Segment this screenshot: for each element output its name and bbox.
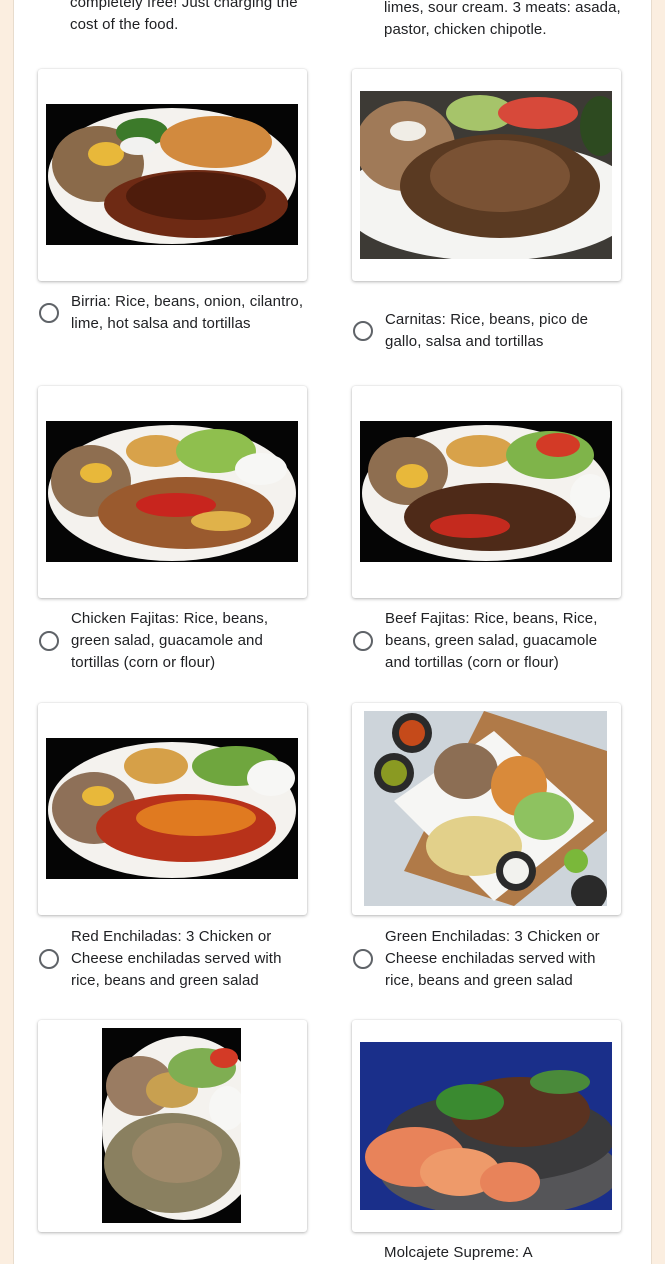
previous-option-label-right: limes, sour cream. 3 meats: asada, pasto… [384, 0, 621, 38]
radio-button[interactable] [353, 949, 373, 969]
option-image-card[interactable] [352, 386, 621, 598]
option-image-card[interactable] [38, 386, 307, 598]
red-enchiladas-image [46, 738, 298, 879]
option-birria[interactable]: Birria: Rice, beans, onion, cilantro, li… [38, 291, 313, 335]
option-label: Molcajete Supreme: A [384, 1244, 533, 1261]
option-beef-fajitas[interactable]: Beef Fajitas: Rice, beans, Rice, beans, … [352, 608, 627, 674]
birria-plate-image [46, 104, 298, 245]
option-molcajete[interactable]: Molcajete Supreme: A [384, 1242, 659, 1264]
option-label: Birria: Rice, beans, onion, cilantro, li… [71, 293, 304, 332]
carnitas-plate-image [360, 91, 612, 259]
chicken-fajitas-image [46, 421, 298, 562]
radio-button[interactable] [39, 949, 59, 969]
previous-option-label-left: completely free! Just charging the cost … [70, 0, 298, 33]
option-chicken-fajitas[interactable]: Chicken Fajitas: Rice, beans, green sala… [38, 608, 313, 674]
option-label: Carnitas: Rice, beans, pico de gallo, sa… [385, 311, 589, 350]
radio-button[interactable] [353, 631, 373, 651]
option-label: Green Enchiladas: 3 Chicken or Cheese en… [385, 928, 600, 989]
molcajete-image [360, 1042, 612, 1210]
option-label: Chicken Fajitas: Rice, beans, green sala… [71, 610, 269, 671]
option-label: Beef Fajitas: Rice, beans, Rice, beans, … [385, 610, 598, 671]
option-carnitas[interactable]: Carnitas: Rice, beans, pico de gallo, sa… [352, 309, 627, 353]
option-image-card[interactable] [352, 69, 621, 281]
option-image-card[interactable] [352, 1020, 621, 1232]
option-red-enchiladas[interactable]: Red Enchiladas: 3 Chicken or Cheese ench… [38, 926, 313, 992]
option-green-enchiladas[interactable]: Green Enchiladas: 3 Chicken or Cheese en… [352, 926, 627, 992]
radio-button[interactable] [39, 303, 59, 323]
option-image-card[interactable] [38, 703, 307, 915]
green-enchiladas-image [364, 711, 607, 906]
beef-fajitas-image [360, 421, 612, 562]
radio-button[interactable] [353, 321, 373, 341]
option-image-card[interactable] [352, 703, 621, 915]
option-label: Red Enchiladas: 3 Chicken or Cheese ench… [71, 928, 282, 989]
chile-verde-image [102, 1028, 241, 1223]
option-image-card[interactable] [38, 1020, 307, 1232]
option-image-card[interactable] [38, 69, 307, 281]
radio-button[interactable] [39, 631, 59, 651]
